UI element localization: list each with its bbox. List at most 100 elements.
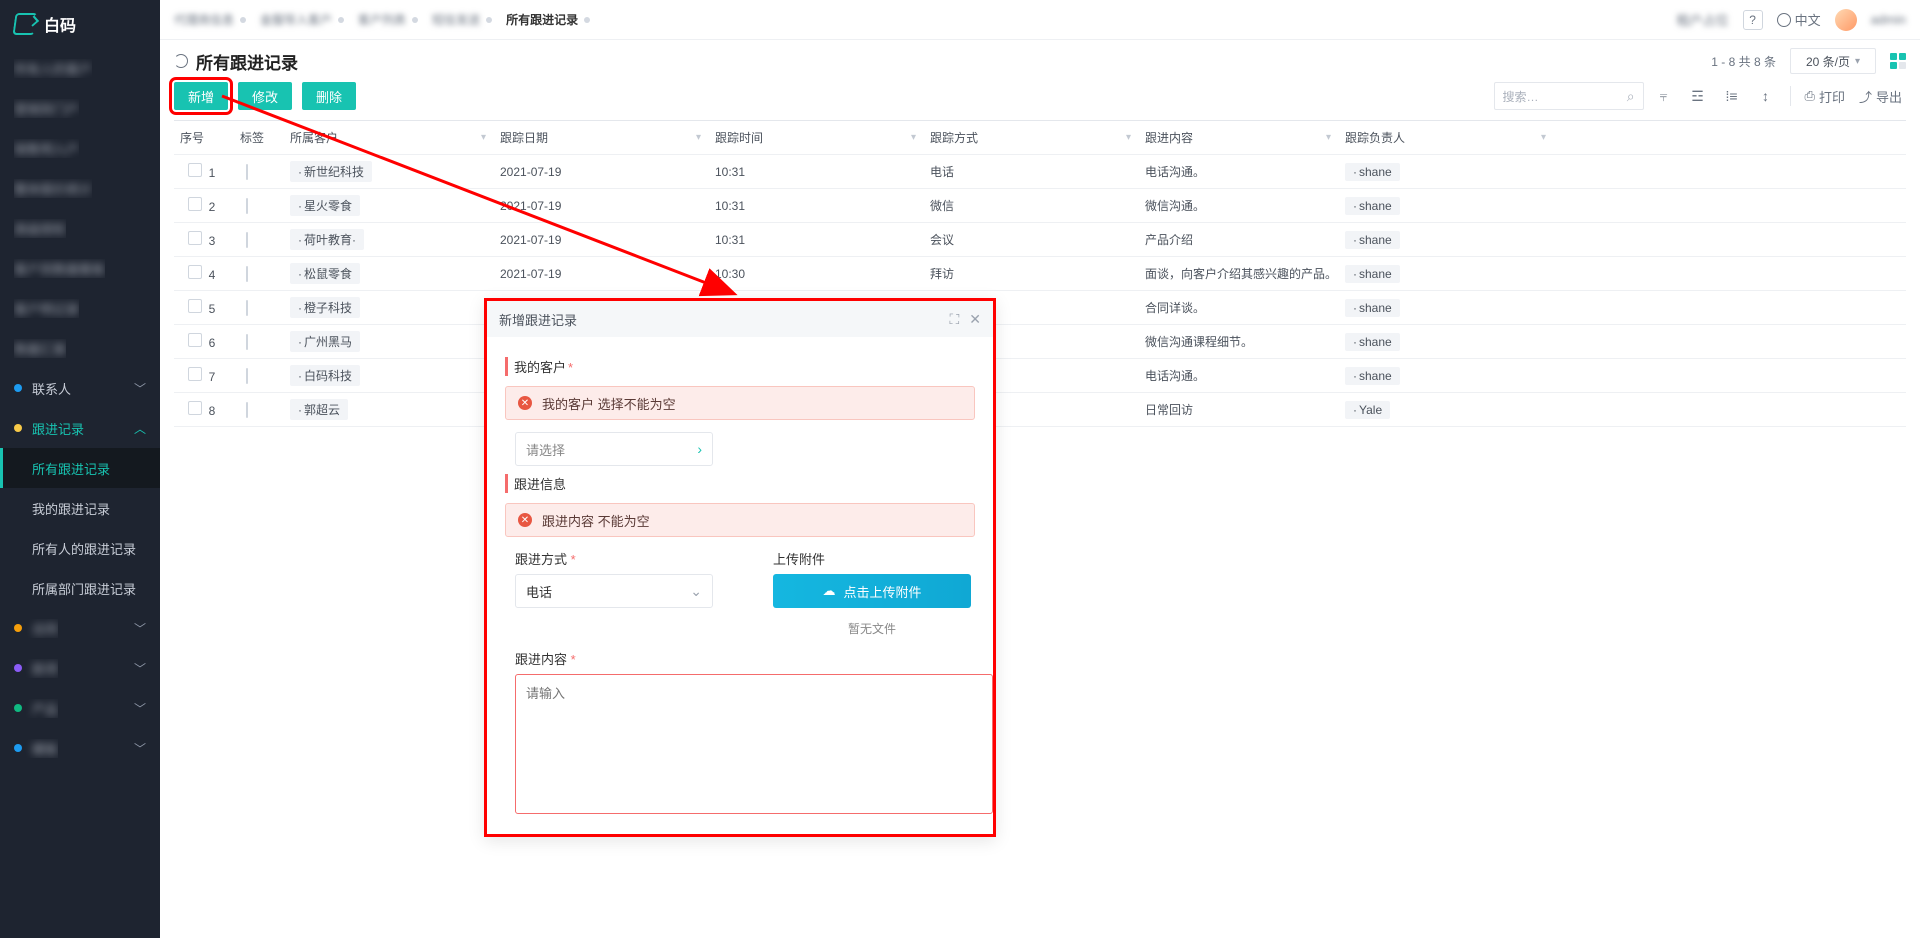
- sidebar-item-blur-2[interactable]: 销售明入户: [0, 128, 160, 168]
- sidebar-item-blur-0[interactable]: 所有人的客户: [0, 48, 160, 88]
- tab-4[interactable]: 所有跟进记录: [506, 11, 590, 28]
- column-icon[interactable]: ☲: [1684, 82, 1712, 110]
- cell-customer[interactable]: 松鼠零食: [290, 263, 360, 284]
- sidebar-item-blur-4[interactable]: 高级授权: [0, 208, 160, 248]
- cell-owner[interactable]: shane: [1345, 163, 1400, 181]
- table-row[interactable]: 1新世纪科技2021-07-1910:31电话电话沟通。shane: [174, 155, 1906, 189]
- cell-owner[interactable]: shane: [1345, 197, 1400, 215]
- chevron-down-icon[interactable]: ▾: [696, 132, 701, 143]
- tab-2[interactable]: 客户列表: [358, 11, 418, 28]
- row-checkbox[interactable]: [188, 367, 202, 381]
- avatar[interactable]: [1835, 9, 1857, 31]
- chevron-down-icon[interactable]: ▾: [1541, 132, 1546, 143]
- edit-button[interactable]: 修改: [238, 82, 292, 110]
- filter-icon[interactable]: ⫧: [1650, 82, 1678, 110]
- table-row[interactable]: 7白码科技电话沟通。shane: [174, 359, 1906, 393]
- sidebar-item-contact[interactable]: 联系人 ﹀: [0, 368, 160, 408]
- row-checkbox[interactable]: [188, 197, 202, 211]
- cell-owner[interactable]: shane: [1345, 231, 1400, 249]
- chevron-down-icon[interactable]: ▾: [481, 132, 486, 143]
- sidebar-item-blur-5[interactable]: 客户到数据看板: [0, 248, 160, 288]
- customer-select[interactable]: 请选择›: [515, 432, 713, 466]
- tag-icon[interactable]: [246, 334, 248, 350]
- settings-icon[interactable]: ⁞≡: [1718, 82, 1746, 110]
- sidebar-sub-everyone-follow[interactable]: 所有人的跟进记录: [0, 528, 160, 568]
- tag-icon[interactable]: [246, 198, 248, 214]
- row-checkbox[interactable]: [188, 401, 202, 415]
- tag-icon[interactable]: [246, 368, 248, 384]
- tag-icon[interactable]: [246, 266, 248, 282]
- cell-owner[interactable]: shane: [1345, 265, 1400, 283]
- cell-owner[interactable]: shane: [1345, 333, 1400, 351]
- sidebar-item-blur-1[interactable]: 营销到门户: [0, 88, 160, 128]
- tab-close-icon[interactable]: [240, 17, 246, 23]
- sidebar-item-more-1[interactable]: 款项﹀: [0, 648, 160, 688]
- tag-icon[interactable]: [246, 232, 248, 248]
- method-select[interactable]: 电话⌄: [515, 574, 713, 608]
- sidebar-item-more-2[interactable]: 产品﹀: [0, 688, 160, 728]
- table-row[interactable]: 6广州黑马微信沟通课程细节。shane: [174, 325, 1906, 359]
- cell-customer[interactable]: 广州黑马: [290, 331, 360, 352]
- th-date[interactable]: 跟踪日期: [500, 129, 548, 146]
- chevron-down-icon[interactable]: ▾: [911, 132, 916, 143]
- row-checkbox[interactable]: [188, 231, 202, 245]
- sidebar-item-blur-7[interactable]: 数据汇报: [0, 328, 160, 368]
- sidebar-sub-all-follow[interactable]: 所有跟进记录: [0, 448, 160, 488]
- tag-icon[interactable]: [246, 402, 248, 418]
- tab-close-icon[interactable]: [584, 17, 590, 23]
- cell-customer[interactable]: 郭超云: [290, 399, 348, 420]
- export-button[interactable]: ⤴导出: [1855, 82, 1906, 110]
- add-button[interactable]: 新增: [174, 82, 228, 110]
- th-owner[interactable]: 跟踪负责人: [1345, 129, 1405, 146]
- refresh-icon[interactable]: [174, 54, 188, 68]
- table-row[interactable]: 4松鼠零食2021-07-1910:30拜访面谈，向客户介绍其感兴趣的产品。sh…: [174, 257, 1906, 291]
- th-method[interactable]: 跟踪方式: [930, 129, 978, 146]
- row-checkbox[interactable]: [188, 299, 202, 313]
- row-checkbox[interactable]: [188, 163, 202, 177]
- sidebar-item-more-3[interactable]: 模板﹀: [0, 728, 160, 768]
- content-textarea[interactable]: [515, 674, 993, 814]
- tab-3[interactable]: 短信发送: [432, 11, 492, 28]
- th-cust[interactable]: 所属客户: [290, 129, 338, 146]
- sort-icon[interactable]: ↕: [1752, 82, 1780, 110]
- cell-owner[interactable]: shane: [1345, 299, 1400, 317]
- tag-icon[interactable]: [246, 300, 248, 316]
- cell-owner[interactable]: Yale: [1345, 401, 1390, 419]
- tab-close-icon[interactable]: [338, 17, 344, 23]
- user-name[interactable]: admin: [1871, 12, 1906, 27]
- tab-close-icon[interactable]: [412, 17, 418, 23]
- view-grid-icon[interactable]: [1890, 53, 1906, 69]
- table-row[interactable]: 8郭超云日常回访Yale: [174, 393, 1906, 427]
- th-time[interactable]: 跟踪时间: [715, 129, 763, 146]
- cell-customer[interactable]: 星火零食: [290, 195, 360, 216]
- help-icon[interactable]: ?: [1743, 10, 1763, 30]
- tab-1[interactable]: 金服导入客户: [260, 11, 344, 28]
- print-button[interactable]: ⎙打印: [1801, 82, 1849, 110]
- search-input[interactable]: 搜索…⌕: [1494, 82, 1644, 110]
- row-checkbox[interactable]: [188, 333, 202, 347]
- sidebar-item-more-0[interactable]: 合同﹀: [0, 608, 160, 648]
- close-icon[interactable]: ✕: [969, 311, 981, 328]
- cell-owner[interactable]: shane: [1345, 367, 1400, 385]
- chevron-down-icon[interactable]: ▾: [1326, 132, 1331, 143]
- cell-customer[interactable]: 新世纪科技: [290, 161, 372, 182]
- tag-icon[interactable]: [246, 164, 248, 180]
- cell-customer[interactable]: 荷叶教育·: [290, 229, 364, 250]
- cell-customer[interactable]: 白码科技: [290, 365, 360, 386]
- table-row[interactable]: 2星火零食2021-07-1910:31微信微信沟通。shane: [174, 189, 1906, 223]
- row-checkbox[interactable]: [188, 265, 202, 279]
- table-row[interactable]: 3荷叶教育·2021-07-1910:31会议产品介绍shane: [174, 223, 1906, 257]
- delete-button[interactable]: 删除: [302, 82, 356, 110]
- sidebar-item-blur-6[interactable]: 客户明记录: [0, 288, 160, 328]
- tab-0[interactable]: 代理商信息: [174, 11, 246, 28]
- th-content[interactable]: 跟进内容: [1145, 129, 1193, 146]
- expand-icon[interactable]: ⛶: [949, 311, 959, 328]
- upload-button[interactable]: ☁点击上传附件: [773, 574, 971, 608]
- table-row[interactable]: 5橙子科技2021-07-1910:30会议合同详谈。shane: [174, 291, 1906, 325]
- sidebar-item-blur-3[interactable]: 整体报价统计: [0, 168, 160, 208]
- sidebar-sub-my-follow[interactable]: 我的跟进记录: [0, 488, 160, 528]
- language-switch[interactable]: 中文: [1777, 10, 1821, 29]
- cell-customer[interactable]: 橙子科技: [290, 297, 360, 318]
- sidebar-sub-dept-follow[interactable]: 所属部门跟进记录: [0, 568, 160, 608]
- tab-close-icon[interactable]: [486, 17, 492, 23]
